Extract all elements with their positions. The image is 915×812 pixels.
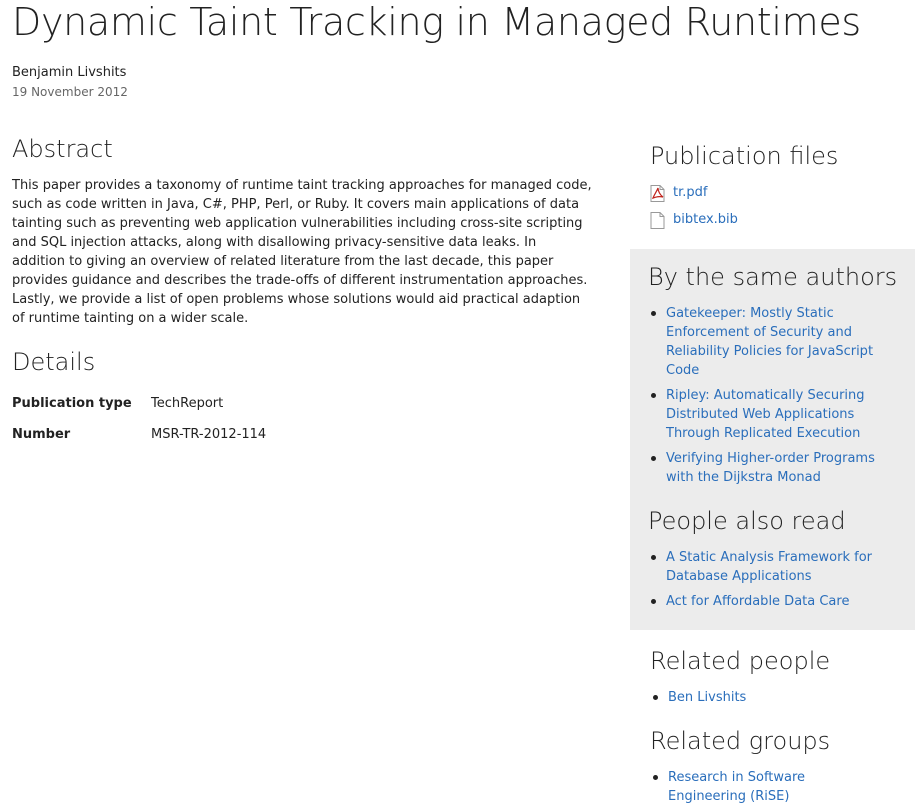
same-authors-link[interactable]: Ripley: Automatically Securing Distribut…	[666, 388, 865, 441]
people-also-read-list: A Static Analysis Framework for Database…	[648, 548, 888, 617]
details-heading: Details	[12, 348, 96, 376]
details-value: MSR-TR-2012-114	[151, 427, 267, 442]
details-table: Publication type TechReport Number MSR-T…	[12, 392, 266, 454]
publication-files-heading: Publication files	[650, 142, 839, 170]
list-item: Ben Livshits	[650, 688, 890, 707]
file-row-pdf[interactable]: tr.pdf	[650, 184, 707, 202]
details-row: Publication type TechReport	[12, 392, 266, 423]
same-authors-heading: By the same authors	[648, 263, 898, 291]
list-item: Ripley: Automatically Securing Distribut…	[648, 386, 888, 443]
same-authors-list: Gatekeeper: Mostly Static Enforcement of…	[648, 304, 888, 493]
list-item: Gatekeeper: Mostly Static Enforcement of…	[648, 304, 888, 380]
related-group-link[interactable]: Research in Software Engineering (RiSE)	[668, 770, 805, 804]
list-item: Verifying Higher-order Programs with the…	[648, 449, 888, 487]
file-row-bib[interactable]: bibtex.bib	[650, 211, 738, 229]
list-item: Act for Affordable Data Care	[648, 592, 888, 611]
author-name: Benjamin Livshits	[12, 65, 127, 80]
details-key: Publication type	[12, 396, 132, 411]
page-title: Dynamic Taint Tracking in Managed Runtim…	[12, 0, 861, 44]
list-item: A Static Analysis Framework for Database…	[648, 548, 888, 586]
related-groups-heading: Related groups	[650, 727, 831, 755]
related-groups-list: Research in Software Engineering (RiSE)	[650, 768, 850, 812]
file-link-pdf[interactable]: tr.pdf	[673, 184, 707, 202]
document-file-icon	[650, 211, 665, 229]
details-row: Number MSR-TR-2012-114	[12, 423, 266, 454]
details-key: Number	[12, 427, 71, 442]
same-authors-link[interactable]: Gatekeeper: Mostly Static Enforcement of…	[666, 306, 873, 378]
publication-date: 19 November 2012	[12, 85, 128, 99]
list-item: Research in Software Engineering (RiSE)	[650, 768, 850, 806]
same-authors-link[interactable]: Verifying Higher-order Programs with the…	[666, 451, 875, 485]
also-read-link[interactable]: Act for Affordable Data Care	[666, 594, 849, 609]
pdf-file-icon	[650, 184, 665, 202]
details-value: TechReport	[151, 396, 224, 411]
related-people-heading: Related people	[650, 647, 831, 675]
also-read-link[interactable]: A Static Analysis Framework for Database…	[666, 550, 872, 584]
related-people-list: Ben Livshits	[650, 688, 890, 713]
file-link-bib[interactable]: bibtex.bib	[673, 211, 738, 229]
abstract-text: This paper provides a taxonomy of runtim…	[12, 178, 592, 326]
related-person-link[interactable]: Ben Livshits	[668, 690, 746, 705]
abstract-heading: Abstract	[12, 135, 113, 163]
people-also-read-heading: People also read	[648, 507, 846, 535]
